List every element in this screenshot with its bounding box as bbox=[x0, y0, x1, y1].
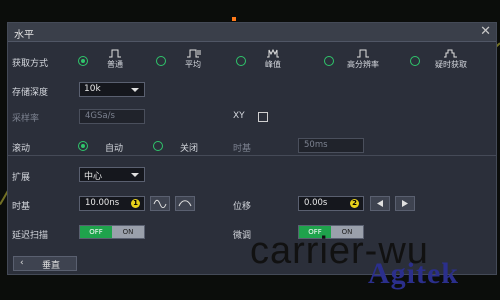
peak-mode-icon bbox=[267, 48, 279, 58]
chevron-down-icon bbox=[131, 88, 139, 92]
radio-roll-off[interactable] bbox=[153, 141, 163, 151]
position-label: 位移 bbox=[233, 202, 252, 212]
radio-average[interactable] bbox=[156, 56, 166, 66]
roll-auto-label: 自动 bbox=[105, 144, 124, 154]
wide-wave-icon bbox=[178, 200, 192, 207]
roll-off-label: 关闭 bbox=[180, 144, 199, 154]
xy-label: XY bbox=[233, 111, 245, 121]
sine-wave-icon bbox=[153, 199, 167, 208]
divider bbox=[8, 155, 496, 156]
timebase-input[interactable]: 10.00ns 1 bbox=[79, 196, 145, 211]
memory-depth-label: 存储深度 bbox=[12, 88, 49, 98]
radio-high-res[interactable] bbox=[324, 56, 334, 66]
acquisition-label: 获取方式 bbox=[12, 59, 49, 69]
chevron-left-icon: ‹ bbox=[20, 258, 24, 268]
close-icon[interactable]: ✕ bbox=[480, 24, 491, 40]
sample-rate-label: 采样率 bbox=[12, 114, 40, 124]
normal-mode-icon bbox=[109, 49, 121, 58]
watermark-logo: Agitek bbox=[368, 257, 459, 290]
dialog-titlebar: 水平 ✕ bbox=[8, 23, 496, 42]
roll-label: 滚动 bbox=[12, 144, 31, 154]
dialog-title: 水平 bbox=[14, 30, 34, 41]
delay-scan-toggle[interactable]: OFF ON bbox=[79, 225, 145, 239]
expand-label: 扩展 bbox=[12, 173, 31, 183]
mode-peak[interactable]: 峰值 bbox=[251, 48, 295, 70]
knob-2-badge: 2 bbox=[350, 199, 359, 208]
fine-label: 微调 bbox=[233, 231, 252, 241]
move-left-button[interactable] bbox=[370, 196, 390, 211]
radio-peak[interactable] bbox=[236, 56, 246, 66]
roll-timebase-field: 50ms bbox=[298, 138, 364, 153]
high-res-mode-icon bbox=[357, 49, 369, 58]
chevron-down-icon bbox=[131, 173, 139, 177]
wide-wave-button[interactable] bbox=[175, 196, 195, 211]
left-arrow-icon bbox=[377, 200, 383, 207]
mode-high-res[interactable]: 高分辨率 bbox=[339, 48, 387, 70]
delay-scan-label: 延迟扫描 bbox=[12, 231, 49, 241]
move-right-button[interactable] bbox=[395, 196, 415, 211]
radio-roll-auto[interactable] bbox=[78, 141, 88, 151]
mode-ultra[interactable]: 疑时获取 bbox=[427, 48, 475, 70]
radio-ultra[interactable] bbox=[410, 56, 420, 66]
xy-checkbox[interactable] bbox=[258, 112, 268, 122]
mode-normal[interactable]: 普通 bbox=[93, 48, 137, 70]
mode-average[interactable]: 平均 bbox=[171, 48, 215, 70]
expand-select[interactable]: 中心 bbox=[79, 167, 145, 182]
sample-rate-field: 4GSa/s bbox=[79, 109, 145, 124]
memory-depth-select[interactable]: 10k bbox=[79, 82, 145, 97]
ultra-acquire-icon bbox=[444, 49, 457, 58]
roll-timebase-label: 时基 bbox=[233, 144, 252, 154]
average-mode-icon bbox=[187, 49, 201, 58]
right-arrow-icon bbox=[402, 200, 408, 207]
sine-wave-button[interactable] bbox=[150, 196, 170, 211]
radio-normal[interactable] bbox=[78, 56, 88, 66]
knob-1-badge: 1 bbox=[131, 199, 140, 208]
timebase-label: 时基 bbox=[12, 202, 31, 212]
position-input[interactable]: 0.00s 2 bbox=[298, 196, 364, 211]
vertical-button[interactable]: ‹ 垂直 bbox=[13, 256, 77, 271]
trigger-marker bbox=[232, 17, 236, 21]
